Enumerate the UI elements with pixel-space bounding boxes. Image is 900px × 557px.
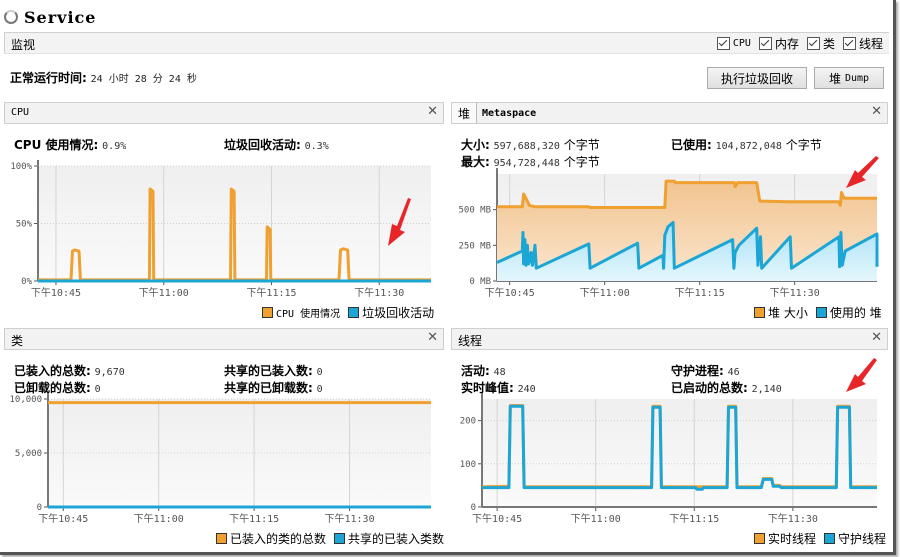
annotation-arrows bbox=[388, 156, 879, 392]
arrow-icon bbox=[388, 198, 411, 246]
arrow-icon bbox=[846, 358, 877, 392]
arrow-icon bbox=[846, 156, 879, 188]
